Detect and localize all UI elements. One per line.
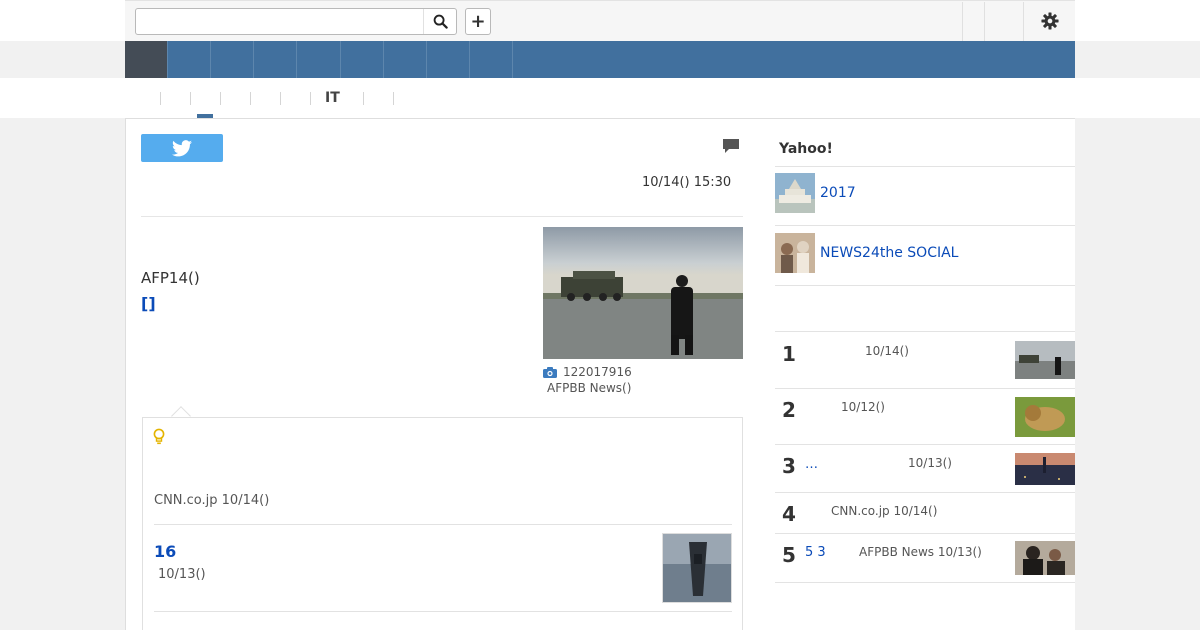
- ranking-meta: 10/13(): [908, 456, 952, 470]
- nav-item[interactable]: [427, 41, 470, 78]
- top-bar: +: [0, 0, 1200, 41]
- comment-icon: [723, 139, 739, 153]
- ranking-item[interactable]: 5 5 3 AFPBB News 10/13(): [775, 534, 1075, 582]
- nav-item[interactable]: [470, 41, 513, 78]
- pick-thumbnail: [775, 233, 815, 273]
- settings-button[interactable]: [1035, 10, 1065, 32]
- ranking-thumbnail: [1015, 341, 1075, 379]
- nav-item[interactable]: [384, 41, 427, 78]
- ranking-number: 2: [782, 398, 796, 422]
- divider: [775, 582, 1075, 583]
- subnav-divider: [310, 92, 311, 105]
- subnav-divider: [220, 92, 221, 105]
- nav-item[interactable]: [341, 41, 384, 78]
- photo-image: [543, 227, 743, 359]
- ranking-item[interactable]: 4 CNN.co.jp 10/14(): [775, 493, 1075, 533]
- ranking-meta: AFPBB News 10/13(): [859, 545, 982, 559]
- category-nav: [125, 41, 1075, 78]
- add-button[interactable]: +: [465, 8, 491, 35]
- ranking-item[interactable]: 3 … 10/13(): [775, 445, 1075, 493]
- lightbulb-icon: [153, 428, 165, 450]
- twitter-icon: [172, 139, 192, 156]
- sidebar-pick-item[interactable]: 2017: [775, 173, 1075, 213]
- comment-button[interactable]: [722, 138, 740, 159]
- ranking-number: 3: [782, 454, 796, 478]
- ranking-number: 4: [782, 502, 796, 526]
- ranking-item[interactable]: 1 10/14(): [775, 332, 1075, 388]
- divider: [154, 611, 732, 612]
- nav-item[interactable]: [211, 41, 254, 78]
- related-source: CNN.co.jp 10/14(): [154, 493, 270, 508]
- photo-caption[interactable]: 122017916: [543, 365, 632, 379]
- photo-credit: AFPBB News(): [547, 381, 632, 395]
- subnav-divider: [363, 92, 364, 105]
- search-input[interactable]: [136, 9, 424, 34]
- article-read-more-link[interactable]: []: [141, 294, 156, 313]
- sidebar-title: Yahoo!: [779, 141, 833, 157]
- subnav-divider: [280, 92, 281, 105]
- sidebar: Yahoo! 2017 NEWS24the SOCIAL 1 10/14() 2…: [758, 118, 1075, 630]
- sidebar-pick-item[interactable]: NEWS24the SOCIAL: [775, 233, 1075, 273]
- ranking-title: 5 3: [805, 545, 826, 560]
- ranking-item[interactable]: 2 10/12(): [775, 389, 1075, 445]
- subnav-divider: [160, 92, 161, 105]
- ranking-number: 5: [782, 543, 796, 567]
- ranking-meta: 10/14(): [865, 344, 909, 358]
- article-lead: AFP14(): [141, 269, 200, 287]
- sub-nav: [0, 78, 1200, 118]
- pick-label: NEWS24the SOCIAL: [820, 245, 959, 261]
- search-box: [135, 8, 457, 35]
- nav-item[interactable]: [297, 41, 341, 78]
- article-datetime: 10/14() 15:30: [642, 175, 732, 190]
- article-photo[interactable]: [543, 227, 743, 359]
- subnav-item-it[interactable]: IT: [325, 90, 340, 106]
- divider: [775, 285, 1075, 286]
- pick-label: 2017: [820, 185, 856, 201]
- ranking-thumbnail: [1015, 397, 1075, 437]
- pick-thumbnail: [775, 173, 815, 213]
- related-item-date: 10/13(): [158, 567, 206, 582]
- search-button[interactable]: [423, 9, 456, 34]
- toolbar-divider: [962, 2, 963, 41]
- related-item-title[interactable]: 16: [154, 542, 176, 561]
- subnav-divider: [190, 92, 191, 105]
- toolbar-divider: [984, 2, 985, 41]
- ranking-thumbnail: [1015, 453, 1075, 485]
- subnav-divider: [393, 92, 394, 105]
- nav-item-home[interactable]: [125, 41, 168, 78]
- photo-count: 122017916: [563, 365, 632, 379]
- divider: [775, 225, 1075, 226]
- top-toolbar: +: [125, 0, 1075, 41]
- gear-icon: [1041, 12, 1059, 30]
- tweet-button[interactable]: [141, 134, 223, 162]
- subnav-divider: [250, 92, 251, 105]
- divider: [775, 166, 1075, 167]
- ranking-thumbnail: [1015, 541, 1075, 575]
- toolbar-divider: [1023, 2, 1024, 41]
- nav-item[interactable]: [254, 41, 297, 78]
- camera-icon: [543, 366, 557, 378]
- ranking-meta: 10/12(): [841, 400, 885, 414]
- related-item-thumbnail[interactable]: [662, 533, 732, 603]
- article-panel: 10/14() 15:30 AFP14() [] 122017916 AFPBB…: [125, 118, 759, 630]
- divider: [141, 216, 743, 217]
- search-icon: [433, 14, 448, 29]
- ranking-meta: CNN.co.jp 10/14(): [831, 504, 938, 518]
- related-articles-box: CNN.co.jp 10/14() 16 10/13(): [142, 417, 743, 630]
- ranking-title: …: [805, 457, 818, 472]
- divider: [154, 524, 732, 525]
- ranking-number: 1: [782, 342, 796, 366]
- nav-item[interactable]: [168, 41, 211, 78]
